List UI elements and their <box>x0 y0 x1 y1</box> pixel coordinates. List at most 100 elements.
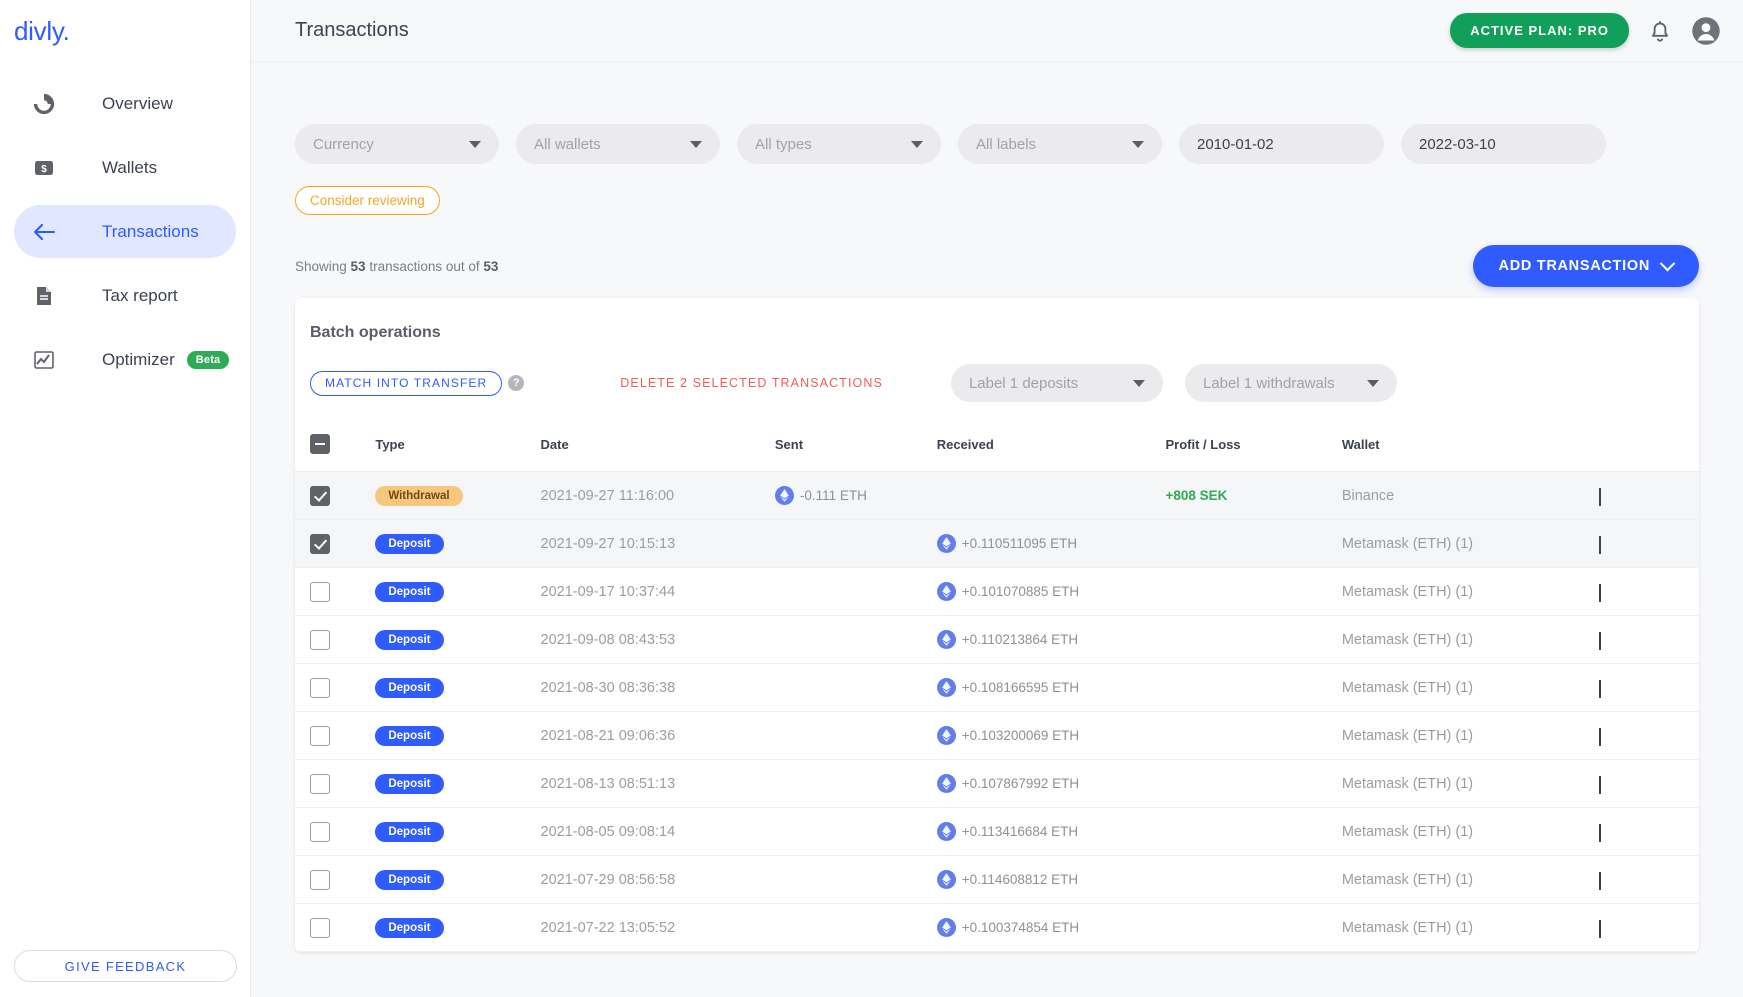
row-checkbox[interactable] <box>310 725 330 746</box>
row-sent-cell: -0.111 ETH <box>774 471 937 520</box>
table-row[interactable]: Withdrawal 2021-09-27 11:16:00 -0.111 ETH +… <box>295 471 1699 520</box>
table-row[interactable]: Deposit 2021-09-17 10:37:44 +0.101070885 E… <box>295 567 1699 616</box>
sidebar-item-label: Transactions <box>102 221 199 241</box>
row-checkbox[interactable] <box>310 629 330 650</box>
row-wallet-cell: Binance <box>1341 471 1599 520</box>
user-avatar-icon[interactable] <box>1691 16 1721 46</box>
chevron-down-icon[interactable] <box>1598 679 1601 698</box>
wallets-filter-value: All wallets <box>534 135 601 153</box>
row-wallet-cell: Metamask (ETH) (1) <box>1341 903 1599 952</box>
row-checkbox[interactable] <box>310 581 330 602</box>
labels-filter[interactable]: All labels <box>958 124 1162 164</box>
column-header-profit-loss[interactable]: Profit / Loss <box>1165 422 1342 472</box>
row-type-cell: Deposit <box>375 855 541 904</box>
row-wallet-cell: Metamask (ETH) (1) <box>1341 519 1599 568</box>
row-received-cell: +0.110213864 ETH <box>936 615 1166 664</box>
sidebar-item-tax-report[interactable]: Tax report <box>14 269 236 322</box>
transaction-type-badge: Deposit <box>375 773 444 794</box>
row-select-cell <box>295 903 376 952</box>
row-checkbox[interactable] <box>310 869 330 890</box>
tag-row: Consider reviewing <box>295 164 1699 215</box>
line-chart-icon <box>27 349 61 371</box>
row-checkbox[interactable] <box>310 821 330 842</box>
label-withdrawals-value: Label 1 withdrawals <box>1202 374 1335 392</box>
chevron-down-icon[interactable] <box>1598 487 1601 506</box>
date-to-input[interactable]: 2022-03-10 <box>1401 124 1606 164</box>
label-withdrawals-select[interactable]: Label 1 withdrawals <box>1184 364 1397 402</box>
main-content: Transactions ACTIVE PLAN: PRO Currency A… <box>251 0 1743 997</box>
row-checkbox[interactable] <box>310 533 330 554</box>
row-checkbox[interactable] <box>310 917 330 938</box>
row-type-cell: Deposit <box>375 519 541 568</box>
column-header-wallet[interactable]: Wallet <box>1341 422 1599 472</box>
row-type-cell: Deposit <box>375 663 541 712</box>
chevron-down-icon[interactable] <box>1598 727 1601 746</box>
showing-middle: transactions out of <box>365 258 484 274</box>
sent-amount-value: -0.111 ETH <box>799 488 867 503</box>
row-sent-cell <box>774 519 937 568</box>
wallets-filter[interactable]: All wallets <box>516 124 720 164</box>
brand-logo[interactable]: divly. <box>0 0 250 47</box>
chevron-down-icon[interactable] <box>1598 583 1601 602</box>
match-into-transfer-button[interactable]: MATCH INTO TRANSFER <box>310 370 503 396</box>
active-plan-badge[interactable]: ACTIVE PLAN: PRO <box>1450 13 1629 48</box>
row-checkbox[interactable] <box>310 773 330 794</box>
bell-icon[interactable] <box>1647 18 1673 44</box>
label-deposits-select[interactable]: Label 1 deposits <box>950 364 1163 402</box>
row-date-cell: 2021-08-30 08:36:38 <box>540 663 775 712</box>
table-row[interactable]: Deposit 2021-09-08 08:43:53 +0.110213864 E… <box>295 615 1699 664</box>
row-checkbox[interactable] <box>310 677 330 698</box>
chevron-down-icon[interactable] <box>1598 535 1601 554</box>
row-type-cell: Deposit <box>375 567 541 616</box>
wallet-icon: $ <box>27 157 61 179</box>
give-feedback-button[interactable]: GIVE FEEDBACK <box>14 950 237 982</box>
chevron-down-icon[interactable] <box>1598 871 1601 890</box>
row-sent-cell <box>774 855 937 904</box>
table-row[interactable]: Deposit 2021-08-05 09:08:14 +0.113416684 E… <box>295 807 1699 856</box>
row-received-cell <box>936 471 1166 520</box>
sidebar-item-wallets[interactable]: $ Wallets <box>14 141 236 194</box>
sidebar-item-optimizer[interactable]: Optimizer Beta <box>14 333 236 386</box>
sidebar-item-transactions[interactable]: Transactions <box>14 205 236 258</box>
currency-filter-value: Currency <box>313 135 374 153</box>
date-from-input[interactable]: 2010-01-02 <box>1179 124 1384 164</box>
column-header-received[interactable]: Received <box>936 422 1166 472</box>
consider-reviewing-tag[interactable]: Consider reviewing <box>295 186 440 215</box>
row-sent-cell <box>774 567 937 616</box>
table-row[interactable]: Deposit 2021-07-22 13:05:52 +0.100374854 E… <box>295 903 1699 952</box>
table-row[interactable]: Deposit 2021-09-27 10:15:13 +0.110511095 E… <box>295 519 1699 568</box>
question-mark-icon[interactable]: ? <box>508 375 525 391</box>
row-checkbox[interactable] <box>310 485 330 506</box>
sidebar-item-overview[interactable]: Overview <box>14 77 236 130</box>
select-all-checkbox[interactable] <box>310 434 330 454</box>
column-header-type[interactable]: Type <box>375 422 541 472</box>
table-row[interactable]: Deposit 2021-07-29 08:56:58 +0.114608812 E… <box>295 855 1699 904</box>
row-wallet-cell: Metamask (ETH) (1) <box>1341 663 1599 712</box>
batch-operations-row: MATCH INTO TRANSFER ? DELETE 2 SELECTED … <box>295 342 1699 422</box>
currency-filter[interactable]: Currency <box>295 124 499 164</box>
chevron-down-icon[interactable] <box>1598 631 1601 650</box>
ethereum-icon <box>936 630 956 649</box>
transaction-type-badge: Deposit <box>375 821 444 842</box>
add-transaction-button[interactable]: ADD TRANSACTION <box>1472 245 1699 287</box>
column-header-sent[interactable]: Sent <box>774 422 937 472</box>
date-from-value: 2010-01-02 <box>1197 135 1274 153</box>
table-row[interactable]: Deposit 2021-08-30 08:36:38 +0.108166595 E… <box>295 663 1699 712</box>
labels-filter-value: All labels <box>976 135 1037 153</box>
column-header-date[interactable]: Date <box>540 422 775 472</box>
row-profit-loss-cell <box>1165 759 1342 808</box>
types-filter[interactable]: All types <box>737 124 941 164</box>
delete-selected-button[interactable]: DELETE 2 SELECTED TRANSACTIONS <box>620 376 883 390</box>
chevron-down-icon[interactable] <box>1598 823 1601 842</box>
table-row[interactable]: Deposit 2021-08-21 09:06:36 +0.103200069 E… <box>295 711 1699 760</box>
chevron-down-icon[interactable] <box>1598 919 1601 938</box>
row-received-cell: +0.114608812 ETH <box>936 855 1166 904</box>
chevron-down-icon <box>469 140 481 148</box>
svg-text:$: $ <box>41 164 47 175</box>
row-date-cell: 2021-08-13 08:51:13 <box>540 759 775 808</box>
received-amount: +0.110511095 ETH <box>936 534 1166 553</box>
chevron-down-icon[interactable] <box>1598 775 1601 794</box>
row-date-cell: 2021-08-21 09:06:36 <box>540 711 775 760</box>
table-row[interactable]: Deposit 2021-08-13 08:51:13 +0.107867992 E… <box>295 759 1699 808</box>
showing-count-text: Showing 53 transactions out of 53 <box>295 259 498 274</box>
